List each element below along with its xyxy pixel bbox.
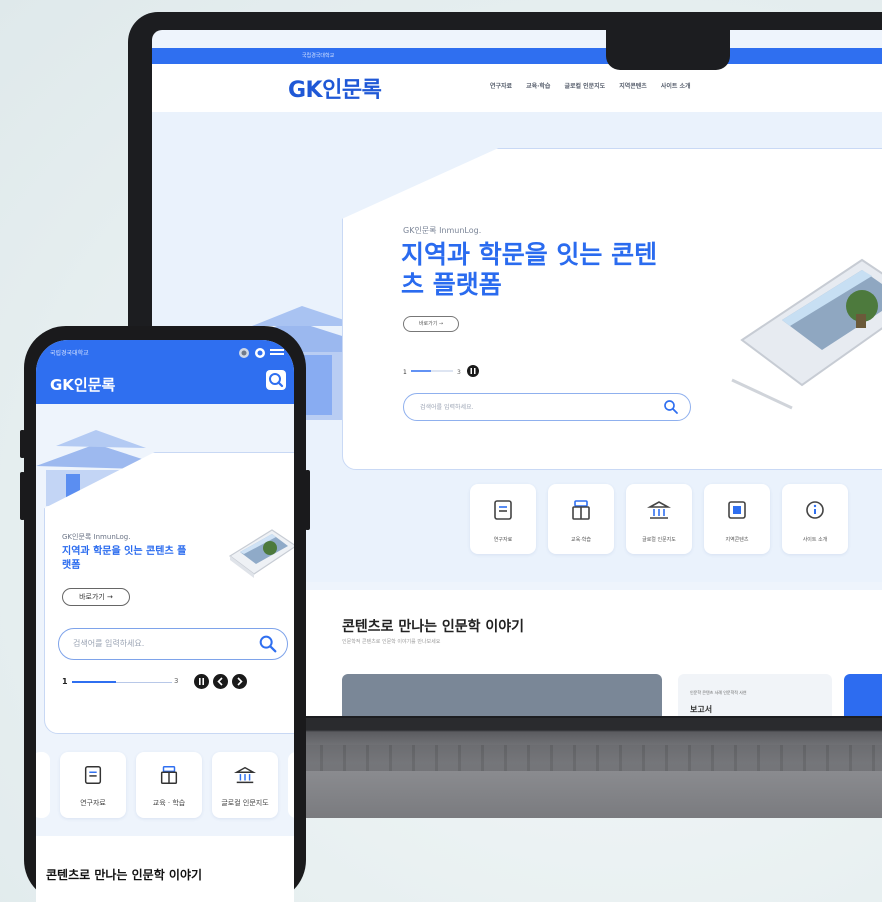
phone-search-button[interactable]	[266, 370, 286, 390]
laptop-header: GK인문록 연구자료 교육·학습 글로컬 인문지도 지역콘텐츠 사이트 소개	[152, 64, 882, 112]
quick-menu-education[interactable]: 교육 · 학습	[136, 752, 202, 818]
quick-menu-partial	[36, 752, 50, 818]
laptop-camera-notch	[606, 30, 730, 70]
content-thumbnail-1[interactable]	[342, 674, 662, 716]
nav-item-research[interactable]: 연구자료	[490, 81, 512, 90]
svg-text:1: 1	[403, 369, 407, 376]
phone-header: 국립경국대학교 GK인문록	[36, 340, 294, 404]
laptop-hero-eyebrow: GK인문록 InmunLog.	[403, 226, 482, 235]
phone-go-button[interactable]: 바로가기 →	[62, 588, 130, 606]
museum-icon	[647, 501, 671, 519]
laptop-top-bar: 국립경국대학교	[152, 48, 882, 64]
quick-menu-research-label: 연구자료	[493, 537, 513, 543]
phone-status-text: 국립경국대학교	[50, 350, 89, 357]
laptop-nav: 연구자료 교육·학습 글로컬 인문지도 지역콘텐츠 사이트 소개	[490, 81, 691, 90]
laptop-search-input[interactable]: 검색어를 입력하세요.	[403, 393, 691, 421]
search-icon	[269, 373, 284, 388]
arrow-right-icon	[237, 677, 243, 686]
quick-menu-map-label: 글로컬 인문지도	[221, 799, 269, 807]
phone-logo[interactable]: GK인문록	[50, 374, 115, 395]
nav-item-education[interactable]: 교육·학습	[526, 81, 550, 90]
laptop-search-placeholder: 검색어를 입력하세요.	[420, 404, 474, 411]
laptop-quick-menu: 연구자료 교육·학습 글로컬 인문지도 지역콘텐츠 사이트 소개	[470, 484, 848, 554]
laptop-top-bar-text: 국립경국대학교	[302, 53, 335, 59]
book-icon	[160, 766, 178, 784]
phone-quick-menu: 연구자료 교육 · 학습 글로컬 인문지도	[36, 752, 294, 818]
laptop-section-title: 콘텐츠로 만나는 인문학 이야기	[342, 619, 525, 635]
pause-icon	[199, 678, 204, 685]
quick-menu-about[interactable]: 사이트 소개	[782, 484, 848, 554]
arrow-left-icon	[217, 677, 223, 686]
pager-total: 3	[174, 677, 179, 685]
phone-search-placeholder: 검색어를 입력하세요.	[73, 639, 145, 648]
quick-menu-map[interactable]: 글로컬 인문지도	[626, 484, 692, 554]
quick-menu-research[interactable]: 연구자료	[60, 752, 126, 818]
nav-item-about[interactable]: 사이트 소개	[661, 81, 691, 90]
content-thumbnail-2-caption: 인문학 콘텐츠 사례 인문학적 사연	[690, 690, 747, 695]
pause-button[interactable]	[194, 674, 209, 689]
nav-item-local[interactable]: 지역콘텐츠	[619, 81, 647, 90]
laptop-logo[interactable]: GK인문록	[288, 72, 382, 104]
pager-current: 1	[62, 677, 68, 686]
search-icon[interactable]	[662, 398, 680, 416]
pager-progress	[72, 681, 116, 683]
quick-menu-partial	[288, 752, 294, 818]
quick-menu-about-label: 사이트 소개	[802, 537, 828, 543]
document-icon	[494, 500, 512, 520]
quick-menu-research-label: 연구자료	[80, 799, 106, 807]
laptop-go-button[interactable]: 바로가기 →	[403, 316, 459, 332]
content-thumbnail-2-title: 보고서	[690, 705, 713, 714]
laptop-slide-pager: 1 3	[403, 365, 479, 377]
svg-text:3: 3	[457, 369, 461, 376]
content-thumbnail-3[interactable]	[844, 674, 882, 716]
museum-icon	[234, 766, 256, 784]
quick-menu-local-label: 지역콘텐츠	[725, 537, 749, 543]
book-icon	[572, 500, 590, 520]
quick-menu-map-label: 글로컬 인문지도	[642, 537, 676, 543]
search-icon[interactable]	[257, 633, 279, 655]
phone-content-section: 콘텐츠로 만나는 인문학 이야기	[36, 836, 294, 902]
phone-hero-eyebrow: GK인문록 InmunLog.	[62, 533, 131, 541]
laptop-hero-headline: 지역과 학문을 잇는 콘텐츠 플랫폼	[401, 240, 658, 299]
prev-button[interactable]	[213, 674, 228, 689]
quick-menu-research[interactable]: 연구자료	[470, 484, 536, 554]
phone-screen: 국립경국대학교 GK인문록 GK인문록 InmunLog. 지역과 학문을 잇는…	[36, 340, 294, 902]
laptop-section-subtitle: 인문학적 콘텐츠로 인문학 이야기를 만나보세요	[342, 639, 441, 645]
camera-sensor-icon	[239, 348, 284, 358]
quick-menu-map[interactable]: 글로컬 인문지도	[212, 752, 278, 818]
content-thumbnail-2[interactable]: 인문학 콘텐츠 사례 인문학적 사연 보고서	[678, 674, 832, 716]
quick-menu-education-label: 교육·학습	[571, 537, 591, 543]
book-illustration	[228, 529, 294, 578]
quick-menu-education[interactable]: 교육·학습	[548, 484, 614, 554]
info-icon	[806, 501, 824, 519]
phone-hero-headline: 지역과 학문을 잇는 콘텐츠 플랫폼	[62, 546, 187, 571]
media-icon	[728, 501, 746, 519]
nav-item-map[interactable]: 글로컬 인문지도	[564, 81, 605, 90]
tablet-illustration	[731, 258, 882, 410]
document-icon	[84, 766, 102, 784]
next-button[interactable]	[232, 674, 247, 689]
quick-menu-education-label: 교육 · 학습	[152, 799, 186, 807]
quick-menu-local[interactable]: 지역콘텐츠	[704, 484, 770, 554]
phone-search-input[interactable]: 검색어를 입력하세요.	[58, 628, 288, 660]
phone-section-title: 콘텐츠로 만나는 인문학 이야기	[46, 868, 203, 882]
